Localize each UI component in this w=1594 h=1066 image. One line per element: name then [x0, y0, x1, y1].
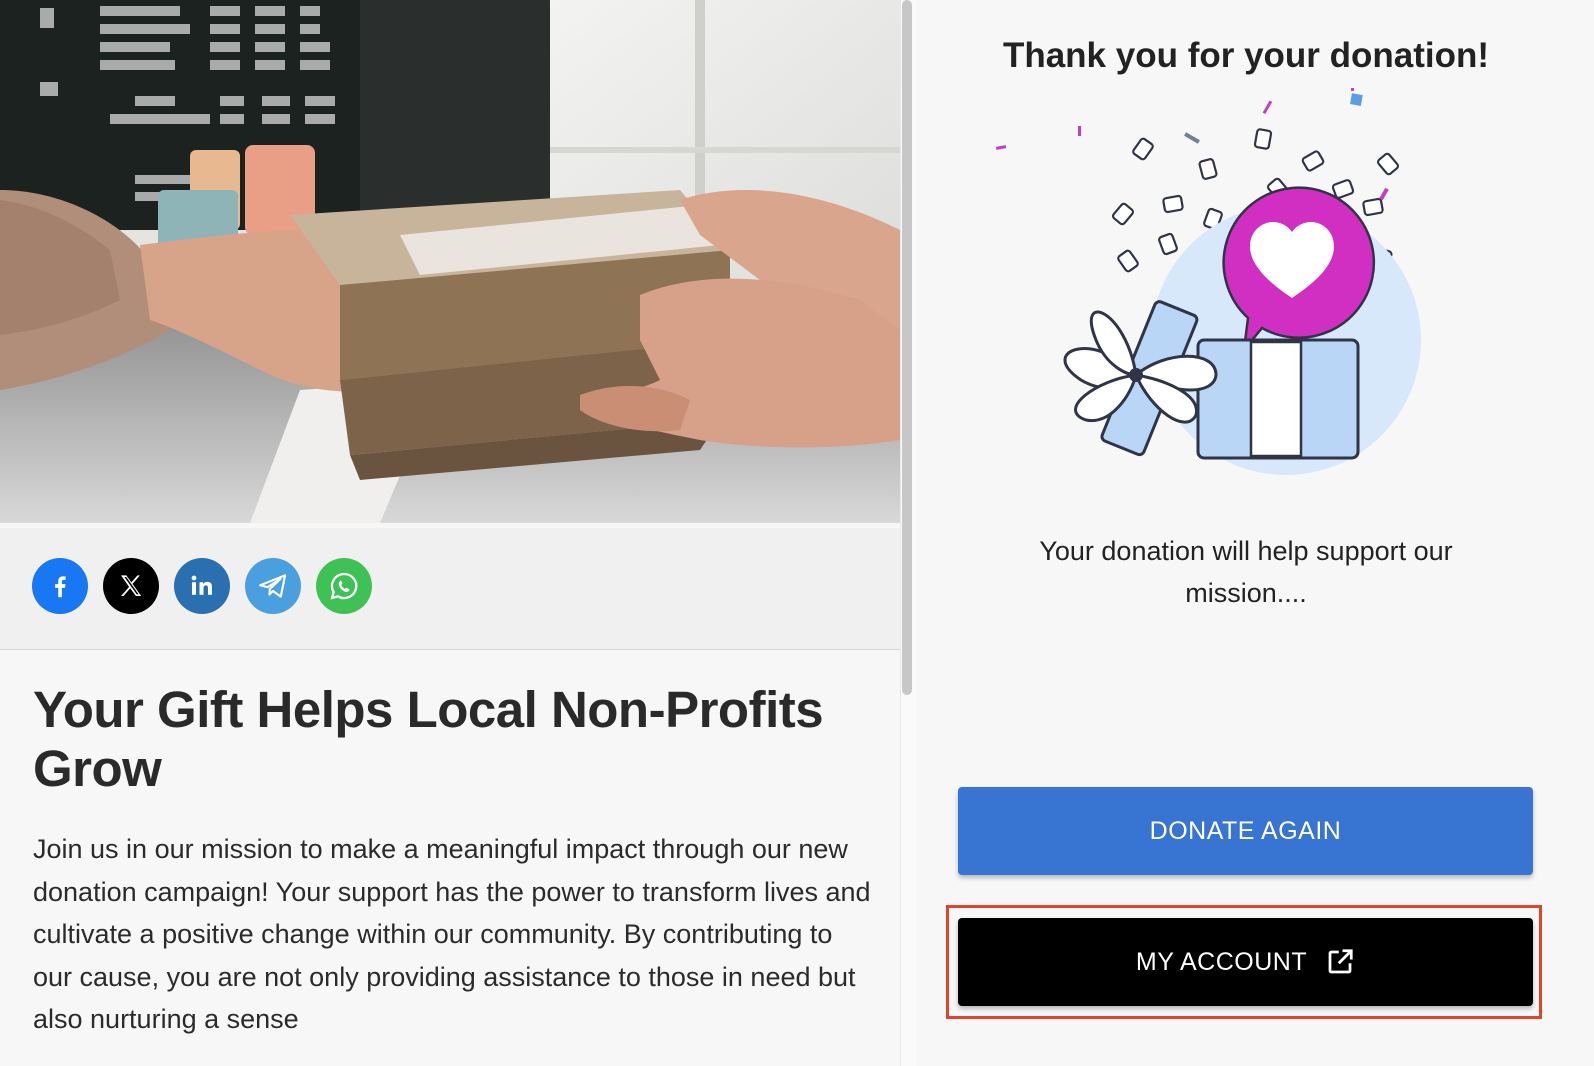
support-message: Your donation will help support our miss… — [1039, 536, 1453, 608]
whatsapp-icon — [330, 572, 358, 600]
facebook-icon — [55, 576, 66, 598]
share-whatsapp-button[interactable] — [316, 558, 372, 614]
campaign-column: Your Gift Helps Local Non-Profits Grow J… — [0, 0, 900, 1066]
share-x-button[interactable] — [103, 558, 159, 614]
share-linkedin-button[interactable] — [174, 558, 230, 614]
donation-confirmation-panel: Thank you for your donation! Your donati… — [916, 0, 1594, 1066]
article-body: Join us in our mission to make a meaning… — [33, 834, 871, 1034]
hero-photo-pizza-box-handoff — [0, 0, 900, 523]
scrollbar-thumb[interactable] — [902, 0, 912, 695]
telegram-icon — [259, 574, 287, 598]
linkedin-icon — [191, 575, 212, 595]
share-facebook-button[interactable] — [32, 558, 88, 614]
hero-image — [0, 0, 900, 523]
my-account-label: MY ACCOUNT — [1135, 947, 1308, 976]
article-title: Your Gift Helps Local Non-Profits Grow — [33, 681, 824, 797]
share-telegram-button[interactable] — [245, 558, 301, 614]
x-icon — [121, 575, 142, 596]
my-account-button[interactable]: MY ACCOUNT — [958, 918, 1533, 1006]
donate-again-label: DONATE AGAIN — [1149, 816, 1342, 845]
thank-you-heading: Thank you for your donation! — [1002, 36, 1490, 75]
donate-again-button[interactable]: DONATE AGAIN — [958, 787, 1533, 875]
share-bar — [0, 528, 900, 650]
gift-heart-icon — [995, 88, 1421, 475]
external-link-icon — [1325, 947, 1355, 977]
